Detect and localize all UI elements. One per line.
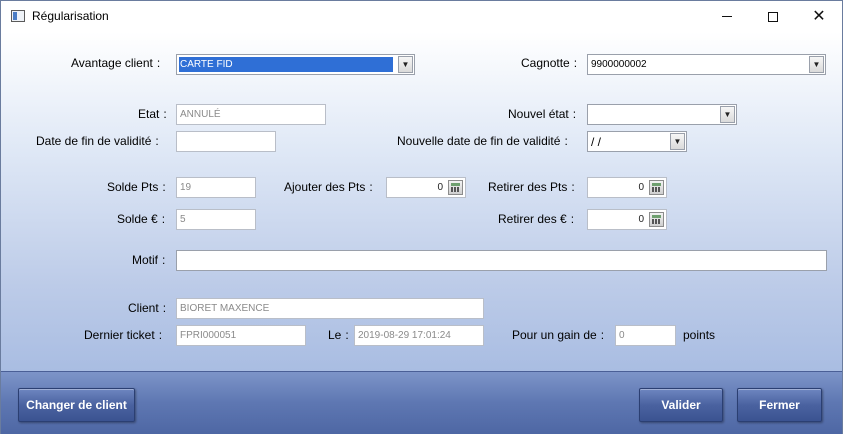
calculator-icon[interactable] [649,212,664,227]
retirer-eur-label: Retirer des €: [498,212,574,226]
client-label-text: Client [128,301,159,315]
retirer-eur-field[interactable]: 0 [587,209,667,230]
close-icon: ✕ [812,7,826,25]
date-fin-validite-label: Date de fin de validité: [36,134,159,148]
minimize-icon [722,16,732,17]
change-client-button[interactable]: Changer de client [18,388,135,422]
fermer-button[interactable]: Fermer [737,388,822,422]
footer-bar: Changer de client Valider Fermer [1,371,842,434]
valider-button[interactable]: Valider [639,388,723,422]
etat-label: Etat: [138,107,167,121]
retirer-pts-label-text: Retirer des Pts [488,180,568,194]
nouvel-etat-label-text: Nouvel état [508,107,569,121]
retirer-eur-value: 0 [638,214,644,225]
maximize-icon [768,11,778,22]
client-field[interactable]: BIORET MAXENCE [176,298,484,319]
ajouter-pts-label-text: Ajouter des Pts [284,180,366,194]
le-label-text: Le [328,328,342,342]
solde-pts-label: Solde Pts: [107,180,166,194]
avantage-client-value: CARTE FID [179,57,393,72]
etat-field[interactable]: ANNULÉ [176,104,326,125]
colon: : [572,107,577,121]
retirer-pts-value: 0 [638,182,644,193]
regularisation-window: Régularisation ✕ Avantage client: CARTE … [0,0,843,434]
colon: : [600,328,605,342]
chevron-down-icon[interactable]: ▼ [720,106,735,123]
avantage-client-select[interactable]: CARTE FID ▼ [176,54,415,75]
title-bar: Régularisation ✕ [1,1,842,32]
solde-pts-label-text: Solde Pts [107,180,159,194]
solde-pts-field[interactable]: 19 [176,177,256,198]
ticket-date-field[interactable]: 2019-08-29 17:01:24 [354,325,484,346]
colon: : [570,212,575,226]
date-fin-validite-label-text: Date de fin de validité [36,134,152,148]
colon: : [156,56,161,70]
nouvelle-date-fin-label: Nouvelle date de fin de validité: [397,134,568,148]
nouvelle-date-fin-label-text: Nouvelle date de fin de validité [397,134,561,148]
colon: : [162,253,166,267]
ajouter-pts-value: 0 [437,182,443,193]
form-area: Avantage client: CARTE FID ▼ Cagnotte: 9… [1,32,842,371]
colon: : [571,180,575,194]
avantage-client-label: Avantage client: [71,56,160,70]
dernier-ticket-label: Dernier ticket: [84,328,162,342]
points-label: points [683,328,716,342]
colon: : [564,134,568,148]
client-label: Client: [128,301,166,315]
solde-eur-field[interactable]: 5 [176,209,256,230]
colon: : [573,56,578,70]
retirer-pts-field[interactable]: 0 [587,177,667,198]
retirer-eur-label-text: Retirer des € [498,212,567,226]
calculator-icon[interactable] [448,180,463,195]
motif-label-text: Motif [132,253,159,267]
nouvelle-date-fin-picker[interactable]: / / ▼ [587,131,687,152]
colon: : [345,328,349,342]
cagnotte-label-text: Cagnotte [521,56,570,70]
colon: : [162,180,166,194]
retirer-pts-label: Retirer des Pts: [488,180,575,194]
nouvelle-date-fin-value: / / [591,135,602,149]
cagnotte-label: Cagnotte: [521,56,577,70]
app-icon [11,10,25,22]
ajouter-pts-field[interactable]: 0 [386,177,466,198]
gain-label-text: Pour un gain de [512,328,597,342]
cagnotte-value: 9900000002 [591,59,647,70]
calculator-icon[interactable] [649,180,664,195]
colon: : [162,301,167,315]
chevron-down-icon[interactable]: ▼ [670,133,685,150]
motif-label: Motif: [132,253,165,267]
colon: : [163,107,167,121]
dernier-ticket-field[interactable]: FPRI000051 [176,325,306,346]
avantage-client-label-text: Avantage client [71,56,153,70]
close-button[interactable]: ✕ [796,1,842,32]
motif-field[interactable] [176,250,827,271]
chevron-down-icon[interactable]: ▼ [809,56,824,73]
le-label: Le: [328,328,349,342]
colon: : [369,180,373,194]
minimize-button[interactable] [704,1,750,32]
nouvel-etat-select[interactable]: ▼ [587,104,737,125]
maximize-button[interactable] [750,1,796,32]
solde-eur-label: Solde €: [117,212,165,226]
ajouter-pts-label: Ajouter des Pts: [284,180,373,194]
etat-label-text: Etat [138,107,160,121]
dernier-ticket-label-text: Dernier ticket [84,328,155,342]
date-fin-validite-field[interactable] [176,131,276,152]
colon: : [161,212,166,226]
gain-field[interactable]: 0 [615,325,676,346]
gain-label: Pour un gain de: [512,328,604,342]
nouvel-etat-label: Nouvel état: [508,107,576,121]
colon: : [158,328,163,342]
solde-eur-label-text: Solde € [117,212,158,226]
colon: : [155,134,159,148]
window-title: Régularisation [32,9,109,23]
cagnotte-select[interactable]: 9900000002 ▼ [587,54,826,75]
chevron-down-icon[interactable]: ▼ [398,56,413,73]
